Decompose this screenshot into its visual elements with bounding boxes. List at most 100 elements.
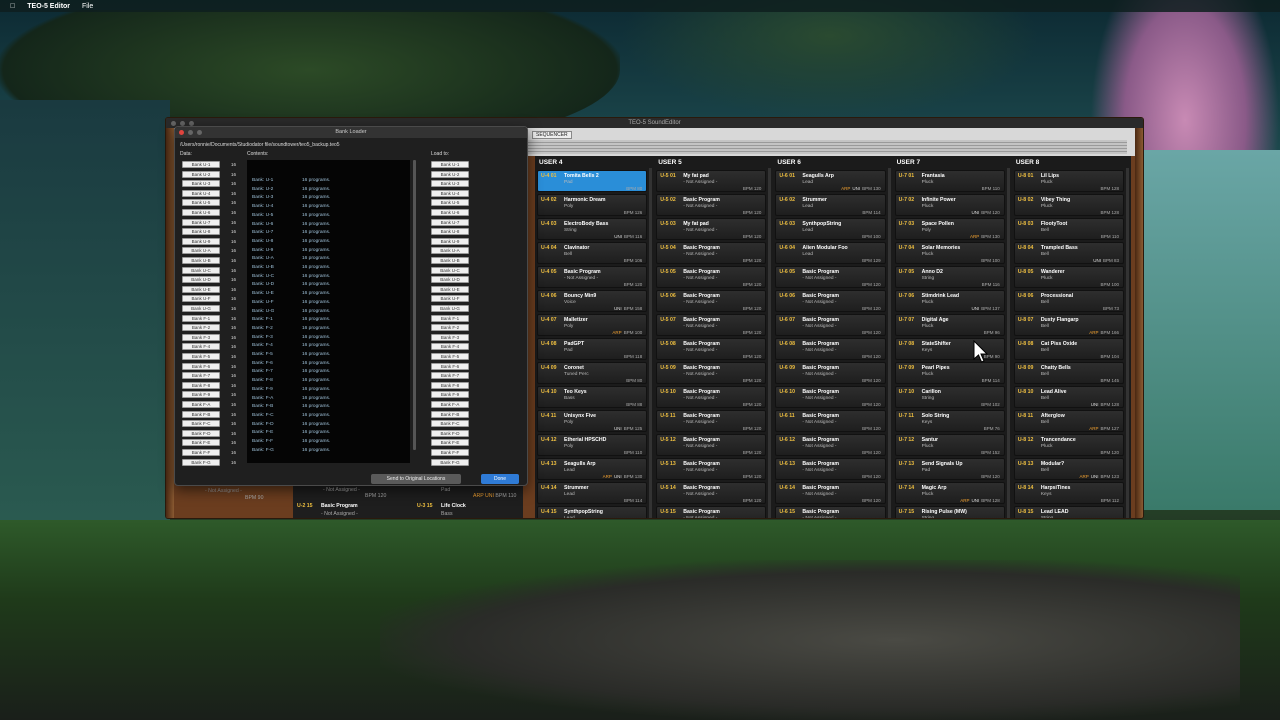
program-slot[interactable]: U-4 09 Coronet Tuned Perc BPM 80 (537, 362, 648, 384)
program-slot[interactable]: U-8 03 FlootyToot Bell BPM 110 (1013, 218, 1125, 240)
close-icon[interactable] (179, 130, 184, 135)
data-bank-button[interactable]: Bank F-D (182, 429, 220, 437)
program-slot[interactable]: U-6 06 Basic Program - Not Assigned - BPM 1… (775, 290, 886, 312)
program-slot[interactable]: U-5 06 Basic Program - Not Assigned - BPM 1… (656, 290, 767, 312)
program-slot[interactable]: U-6 14 Basic Program - Not Assigned - BPM 1… (775, 482, 886, 504)
program-slot[interactable]: U-5 09 Basic Program - Not Assigned - BPM 1… (656, 362, 767, 384)
data-bank-button[interactable]: Bank F-G (182, 458, 220, 466)
load-to-bank-button[interactable]: Bank U-1 (431, 161, 469, 168)
column-scrollbar[interactable] (649, 168, 653, 518)
program-slot[interactable]: U-8 08 Cat Piss Oxide Bell BPM 104 (1013, 338, 1125, 360)
data-bank-button[interactable]: Bank F-1 (182, 314, 220, 322)
load-to-bank-button[interactable]: Bank F-E (431, 439, 469, 447)
program-slot[interactable]: U-7 10 Carillon String BPM 102 (894, 386, 1005, 408)
load-to-bank-button[interactable]: Bank F-8 (431, 381, 469, 389)
program-slot[interactable]: U-4 08 PadGPT Pad BPM 118 (537, 338, 648, 360)
program-slot[interactable]: U-4 12 Etherial HPSCHD Poly BPM 110 (537, 434, 648, 456)
data-bank-button[interactable]: Bank U-2 (182, 170, 220, 178)
column-scrollbar[interactable] (1006, 168, 1010, 518)
program-slot[interactable]: U-8 13 Modular? Bell ARP UNI BPM 123 (1013, 458, 1125, 480)
program-slot[interactable]: U-4 07 Malletizer Poly ARP BPM 100 (537, 314, 648, 336)
program-slot[interactable]: U-4 14 Strummer Lead BPM 114 (537, 482, 648, 504)
load-to-bank-button[interactable]: Bank U-3 (431, 180, 469, 188)
program-slot[interactable]: U-6 09 Basic Program - Not Assigned - BPM 1… (775, 362, 886, 384)
load-to-bank-button[interactable]: Bank F-5 (431, 353, 469, 360)
program-slot[interactable]: U-6 07 Basic Program - Not Assigned - BPM 1… (775, 314, 886, 336)
program-slot[interactable]: U-8 01 Lil Lips Pluck BPM 128 (1013, 170, 1125, 192)
load-to-bank-button[interactable]: Bank F-F (431, 449, 469, 456)
program-slot[interactable]: U-7 03 Space Pollen Poly ARP BPM 130 (894, 218, 1005, 240)
data-bank-button[interactable]: Bank F-4 (182, 343, 220, 351)
program-slot[interactable]: U-6 11 Basic Program - Not Assigned - BPM 1… (775, 410, 886, 432)
load-to-bank-button[interactable]: Bank U-5 (431, 199, 469, 207)
program-slot[interactable]: U-4 10 Teo Keys Bass BPM 88 (537, 386, 648, 408)
program-slot[interactable]: U-4 05 Basic Program - Not Assigned - BPM 1… (537, 266, 648, 288)
program-slot[interactable]: U-8 14 HarpsiTines Keys BPM 112 (1013, 482, 1125, 504)
load-to-bank-button[interactable]: Bank U-6 (431, 209, 469, 216)
program-slot[interactable]: U-7 05 Anno D2 String BPM 116 (894, 266, 1005, 288)
program-slot[interactable]: U-6 08 Basic Program - Not Assigned - BPM 1… (775, 338, 886, 360)
program-slot[interactable]: U-7 02 Infinite Power Pluck UNI BPM 120 (894, 194, 1005, 216)
column-scrollbar[interactable] (1126, 168, 1130, 518)
program-slot[interactable]: U-7 14 Magic Arp Pluck ARP UNI BPM 128 (894, 482, 1005, 504)
program-slot[interactable]: U-6 04 Alien Modular Foo Lead BPM 129 (775, 242, 886, 264)
data-bank-button[interactable]: Bank U-6 (182, 209, 220, 216)
load-to-bank-button[interactable]: Bank U-A (431, 247, 469, 255)
load-to-bank-button[interactable]: Bank F-7 (431, 372, 469, 380)
load-to-bank-button[interactable]: Bank U-D (431, 276, 469, 284)
data-bank-button[interactable]: Bank U-G (182, 305, 220, 312)
program-slot[interactable]: U-4 06 Bouncy Min9 Voice UNI BPM 158 (537, 290, 648, 312)
program-slot[interactable]: U-8 04 Trampled Bass Bell UNI BPM 83 (1013, 242, 1125, 264)
data-bank-button[interactable]: Bank U-A (182, 247, 220, 255)
program-slot[interactable]: U-6 13 Basic Program - Not Assigned - BPM 1… (775, 458, 886, 480)
data-bank-button[interactable]: Bank F-2 (182, 324, 220, 332)
data-bank-button[interactable]: Bank U-E (182, 285, 220, 293)
load-to-bank-button[interactable]: Bank F-6 (431, 362, 469, 370)
data-bank-button[interactable]: Bank F-8 (182, 381, 220, 389)
menu-file[interactable]: File (82, 3, 93, 10)
zoom-icon[interactable] (197, 130, 202, 135)
data-bank-button[interactable]: Bank U-8 (182, 228, 220, 236)
program-slot[interactable]: U-5 07 Basic Program - Not Assigned - BPM 1… (656, 314, 767, 336)
program-slot[interactable]: U-5 13 Basic Program - Not Assigned - BPM 1… (656, 458, 767, 480)
program-slot[interactable]: U-4 11 Unisynx Five Poly UNI BPM 125 (537, 410, 648, 432)
program-slot[interactable]: U-8 12 Trancendance Pluck BPM 120 (1013, 434, 1125, 456)
data-bank-button[interactable]: Bank F-B (182, 410, 220, 418)
data-bank-button[interactable]: Bank F-6 (182, 362, 220, 370)
column-scrollbar[interactable] (887, 168, 891, 518)
load-to-bank-button[interactable]: Bank F-G (431, 458, 469, 466)
load-to-bank-button[interactable]: Bank U-8 (431, 228, 469, 236)
load-to-bank-button[interactable]: Bank F-3 (431, 333, 469, 341)
column-scrollbar[interactable] (768, 168, 772, 518)
send-to-original-button[interactable]: Send to Original Locations (371, 474, 461, 484)
data-bank-button[interactable]: Bank F-E (182, 439, 220, 447)
program-slot[interactable]: U-7 11 Solo String Keys BPM 76 (894, 410, 1005, 432)
program-slot[interactable]: U-6 10 Basic Program - Not Assigned - BPM 1… (775, 386, 886, 408)
program-slot[interactable]: U-8 02 Vibey Thing Pluck BPM 128 (1013, 194, 1125, 216)
program-slot[interactable]: U-8 07 Dusty Flangarp Bell ARP BPM 166 (1013, 314, 1125, 336)
load-to-bank-button[interactable]: Bank U-7 (431, 218, 469, 226)
load-to-bank-button[interactable]: Bank F-C (431, 420, 469, 428)
program-slot[interactable]: U-8 09 Chatty Bells Bell BPM 145 (1013, 362, 1125, 384)
program-slot[interactable]: U-8 11 Afterglow Bell ARP BPM 127 (1013, 410, 1125, 432)
program-slot[interactable]: U-7 13 Send Signals Up Pad BPM 120 (894, 458, 1005, 480)
program-slot[interactable]: U-5 04 Basic Program - Not Assigned - BPM 1… (656, 242, 767, 264)
program-slot[interactable]: U-7 15Rising Pulse (MW)StringBPM 120 (894, 506, 1005, 518)
program-slot[interactable]: U-5 01 My fat pad - Not Assigned - BPM 120 (656, 170, 767, 192)
load-to-bank-button[interactable]: Bank U-E (431, 285, 469, 293)
load-to-bank-button[interactable]: Bank F-B (431, 410, 469, 418)
program-slot[interactable]: U-8 10 Lead Alive Bell UNI BPM 128 (1013, 386, 1125, 408)
program-slot[interactable]: U-6 12 Basic Program - Not Assigned - BPM 1… (775, 434, 886, 456)
behind-cell-b[interactable]: - Not Assigned - BPM 120 U-2 15 Basic Pr… (293, 486, 415, 518)
data-bank-button[interactable]: Bank F-A (182, 401, 220, 408)
program-slot[interactable]: U-4 13 Seagulls Arp Lead ARP UNI BPM 130 (537, 458, 648, 480)
program-slot[interactable]: U-6 01 Seagulls Arp Lead ARP UNI BPM 130 (775, 170, 886, 192)
load-to-bank-button[interactable]: Bank U-C (431, 266, 469, 274)
program-slot[interactable]: U-4 02 Harmonic Dream Poly BPM 126 (537, 194, 648, 216)
load-to-bank-button[interactable]: Bank F-9 (431, 391, 469, 399)
data-bank-button[interactable]: Bank U-7 (182, 218, 220, 226)
data-bank-button[interactable]: Bank U-D (182, 276, 220, 284)
program-slot[interactable]: U-5 08 Basic Program - Not Assigned - BPM 1… (656, 338, 767, 360)
program-slot[interactable]: U-7 12 Santur Pluck BPM 152 (894, 434, 1005, 456)
load-to-bank-button[interactable]: Bank F-A (431, 401, 469, 408)
